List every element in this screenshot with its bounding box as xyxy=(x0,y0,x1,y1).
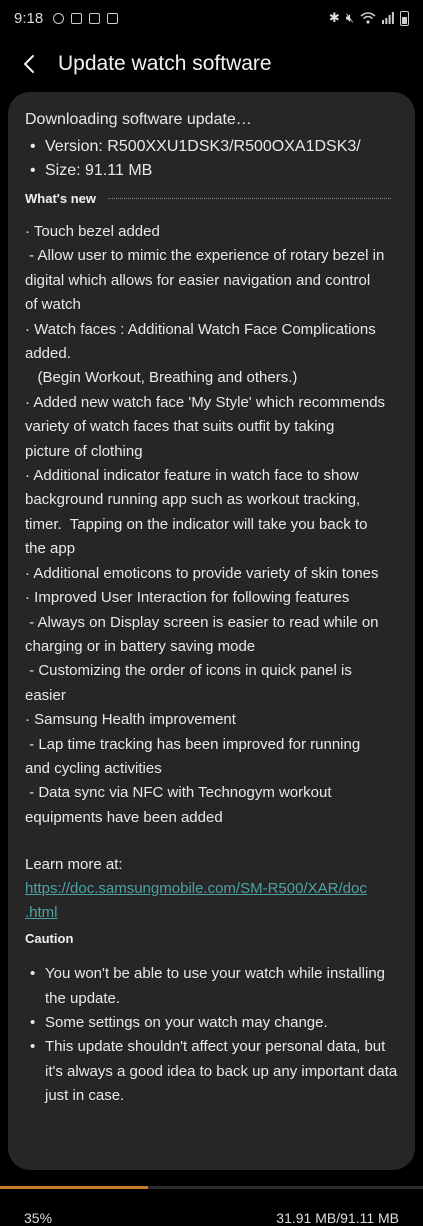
status-bar-right: ✱ 🔇︎ xyxy=(329,10,409,26)
release-note-line: added. xyxy=(25,345,71,363)
signal-icon xyxy=(382,12,394,24)
caution-heading: Caution xyxy=(25,931,74,947)
vibrate-icon xyxy=(71,12,83,24)
release-notes: · Touch bezel added - Allow user to mimi… xyxy=(25,220,399,830)
battery-icon xyxy=(400,10,409,26)
release-note-line: and cycling activities xyxy=(25,759,162,777)
status-bar-left: 9:18 xyxy=(14,9,119,27)
release-note-line: · Touch bezel added xyxy=(25,223,160,240)
release-note-line: timer. Tapping on the indicator will tak… xyxy=(25,515,368,533)
caution-header: Caution xyxy=(25,931,399,946)
caution-item: This update shouldn't affect your person… xyxy=(25,1035,399,1108)
whats-new-header: What's new xyxy=(25,191,399,206)
back-button[interactable] xyxy=(16,51,42,77)
back-arrow-icon xyxy=(24,55,34,73)
version-detail: Version: R500XXU1DSK3/R500OXA1DSK3/ xyxy=(25,135,399,159)
progress-size: 31.91 MB/91.11 MB xyxy=(276,1210,399,1226)
size-detail: Size: 91.11 MB xyxy=(25,159,399,183)
update-info-card[interactable]: Downloading software update… Version: R5… xyxy=(8,92,415,1170)
mute-icon: 🔇︎ xyxy=(345,10,354,25)
bluetooth-icon: ✱ xyxy=(328,10,340,25)
whats-new-heading: What's new xyxy=(25,191,96,206)
learn-more: Learn more at: https://doc.samsungmobile… xyxy=(25,853,399,925)
release-note-line: picture of clothing xyxy=(25,442,143,460)
release-note-line: (Begin Workout, Breathing and others.) xyxy=(25,369,298,387)
release-note-line: equipments have been added xyxy=(25,808,223,826)
release-note-line: · Additional emoticons to provide variet… xyxy=(25,564,379,582)
status-time: 9:18 xyxy=(14,9,44,27)
release-note-line: - Always on Display screen is easier to … xyxy=(25,613,379,631)
learn-more-link-continued[interactable]: .html xyxy=(25,901,399,925)
release-note-line: · Watch faces : Additional Watch Face Co… xyxy=(25,320,376,338)
download-progress-bar xyxy=(0,1186,423,1189)
release-note-line: charging or in battery saving mode xyxy=(25,637,256,655)
release-note-line: easier xyxy=(25,686,66,704)
release-note-line: - Allow user to mimic the experience of … xyxy=(25,247,385,265)
release-note-line: · Samsung Health improvement xyxy=(25,711,236,729)
app-bar: Update watch software xyxy=(0,40,423,88)
release-note-line: the app xyxy=(25,540,76,558)
download-progress-fill xyxy=(0,1186,149,1189)
release-note-line: · Improved User Interaction for followin… xyxy=(25,589,350,607)
progress-percent: 35% xyxy=(24,1210,53,1226)
gallery-icon xyxy=(89,12,101,24)
learn-more-label: Learn more at: xyxy=(25,856,123,874)
wifi-icon xyxy=(360,12,376,24)
caution-list: You won't be able to use your watch whil… xyxy=(25,962,399,1108)
app-notification-icon xyxy=(107,12,119,24)
release-note-line: of watch xyxy=(25,296,81,314)
download-status: Downloading software update… xyxy=(25,111,252,128)
caution-item: You won't be able to use your watch whil… xyxy=(25,962,399,1011)
release-note-line: digital which allows for easier navigati… xyxy=(25,271,371,289)
release-note-line: background running app such as workout t… xyxy=(25,491,361,509)
release-note-line: - Customizing the order of icons in quic… xyxy=(25,662,352,680)
release-note-line: - Data sync via NFC with Technogym worko… xyxy=(25,784,332,802)
release-note-line: variety of watch faces that suits outfit… xyxy=(25,418,335,436)
caution-item: Some settings on your watch may change. xyxy=(25,1011,399,1036)
download-details: Version: R500XXU1DSK3/R500OXA1DSK3/ Size… xyxy=(25,135,399,183)
section-divider xyxy=(108,198,391,199)
notification-icon xyxy=(53,12,65,24)
release-note-line: - Lap time tracking has been improved fo… xyxy=(25,735,361,753)
page-title: Update watch software xyxy=(58,52,272,75)
status-bar: 9:18 ✱ 🔇︎ xyxy=(0,0,423,36)
release-note-line: · Added new watch face 'My Style' which … xyxy=(25,393,386,411)
learn-more-link[interactable]: https://doc.samsungmobile.com/SM-R500/XA… xyxy=(25,877,399,901)
release-note-line: · Additional indicator feature in watch … xyxy=(25,467,359,485)
